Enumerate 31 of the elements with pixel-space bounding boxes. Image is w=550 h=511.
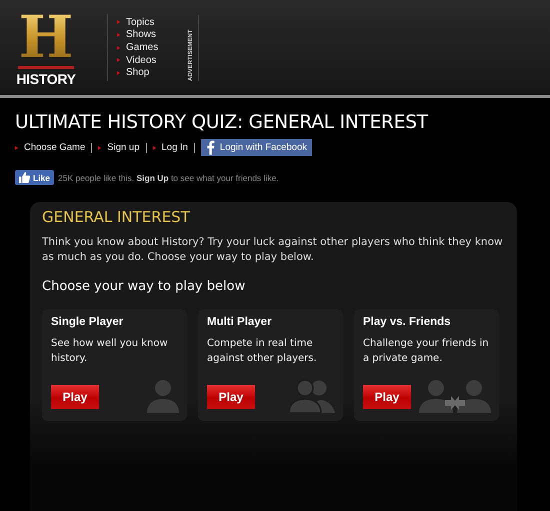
nav-link[interactable]: Topics <box>126 16 154 28</box>
panel-heading: GENERAL INTEREST <box>42 208 191 226</box>
thumbs-up-icon <box>19 172 30 183</box>
facebook-login-button[interactable]: Login with Facebook <box>200 139 312 156</box>
page-title: ULTIMATE HISTORY QUIZ: GENERAL INTEREST <box>15 112 430 133</box>
nav-link[interactable]: Choose Game <box>24 142 86 153</box>
nav-link[interactable]: Log In <box>162 142 188 153</box>
card-title: Play vs. Friends <box>363 316 452 328</box>
intro-text: Think you know about History? Try your luck against other players who think they know as much as you do. Choose your way to play below. <box>42 235 504 265</box>
card-title: Single Player <box>51 316 124 328</box>
person-icon <box>147 379 179 413</box>
group-icon <box>289 379 335 413</box>
play-button[interactable]: Play <box>363 385 411 409</box>
nav-link[interactable]: Videos <box>126 54 156 66</box>
nav-link[interactable]: Games <box>126 42 158 53</box>
like-button[interactable]: Like <box>15 170 54 185</box>
nav-link[interactable]: Sign up <box>107 142 140 153</box>
logo-wordmark: HISTORY <box>16 70 76 86</box>
people-exchange-icon <box>419 379 491 413</box>
history-logo[interactable]: H HISTORY <box>10 8 82 86</box>
card-text: See how well you know history. <box>51 337 169 366</box>
nav-link[interactable]: Shop <box>126 67 150 78</box>
card-text: Challenge your friends in a private game. <box>363 337 490 366</box>
facebook-icon <box>206 140 215 155</box>
like-count-text: 25K people like this. Sign Up to see what your friends like. <box>58 172 279 182</box>
play-button[interactable]: Play <box>207 385 255 409</box>
panel-subheading: Choose your way to play below <box>42 279 246 294</box>
nav-link[interactable]: Shows <box>126 29 156 40</box>
card-text: Compete in real time against other players. <box>207 337 318 366</box>
play-button[interactable]: Play <box>51 385 99 409</box>
card-title: Multi Player <box>207 316 273 328</box>
